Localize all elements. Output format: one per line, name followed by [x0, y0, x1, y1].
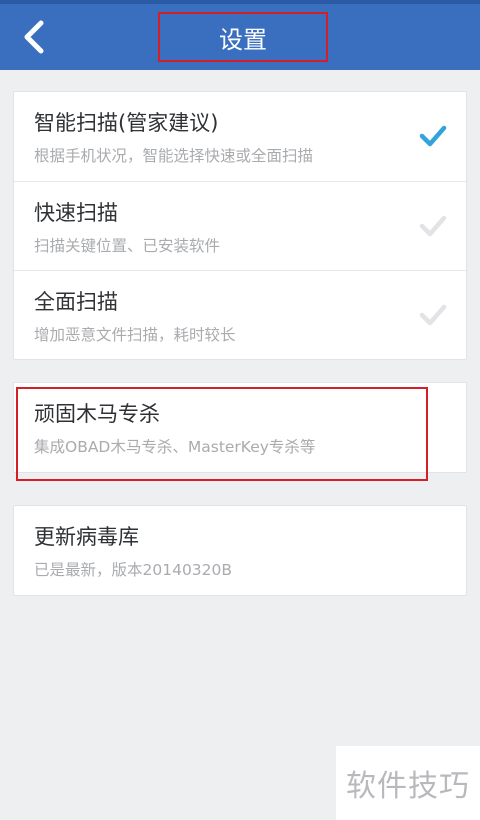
scan-option-title: 智能扫描(管家建议) — [34, 111, 219, 135]
scan-option-quick[interactable]: 快速扫描 扫描关键位置、已安装软件 — [14, 181, 466, 270]
watermark: 软件技巧 — [336, 746, 480, 820]
scan-option-title: 快速扫描 — [34, 201, 118, 225]
scan-mode-card: 智能扫描(管家建议) 根据手机状况，智能选择快速或全面扫描 快速扫描 扫描关键位… — [13, 91, 467, 360]
back-arrow-icon — [24, 20, 44, 54]
virus-db-title: 更新病毒库 — [34, 525, 139, 549]
back-button[interactable] — [6, 8, 62, 66]
checkmark-icon — [419, 125, 447, 147]
scan-option-subtitle: 根据手机状况，智能选择快速或全面扫描 — [34, 147, 314, 165]
trojan-kill-item[interactable]: 顽固木马专杀 集成OBAD木马专杀、MasterKey专杀等 — [14, 383, 466, 472]
trojan-kill-card: 顽固木马专杀 集成OBAD木马专杀、MasterKey专杀等 — [13, 382, 467, 473]
page-title: 设置 — [158, 12, 328, 62]
scan-option-subtitle: 增加恶意文件扫描，耗时较长 — [34, 326, 236, 344]
scan-option-smart[interactable]: 智能扫描(管家建议) 根据手机状况，智能选择快速或全面扫描 — [14, 92, 466, 181]
virus-db-card: 更新病毒库 已是最新，版本20140320B — [13, 505, 467, 596]
checkmark-icon — [419, 215, 447, 237]
scan-option-subtitle: 扫描关键位置、已安装软件 — [34, 237, 221, 255]
virus-db-subtitle: 已是最新，版本20140320B — [34, 561, 233, 579]
trojan-kill-subtitle: 集成OBAD木马专杀、MasterKey专杀等 — [34, 438, 316, 456]
trojan-kill-title: 顽固木马专杀 — [34, 402, 160, 426]
page-title-text: 设置 — [219, 25, 267, 54]
scan-option-title: 全面扫描 — [34, 290, 118, 314]
title-bar: 设置 — [0, 0, 480, 70]
virus-db-update-item[interactable]: 更新病毒库 已是最新，版本20140320B — [14, 506, 466, 595]
scan-option-full[interactable]: 全面扫描 增加恶意文件扫描，耗时较长 — [14, 270, 466, 359]
checkmark-icon — [419, 304, 447, 326]
